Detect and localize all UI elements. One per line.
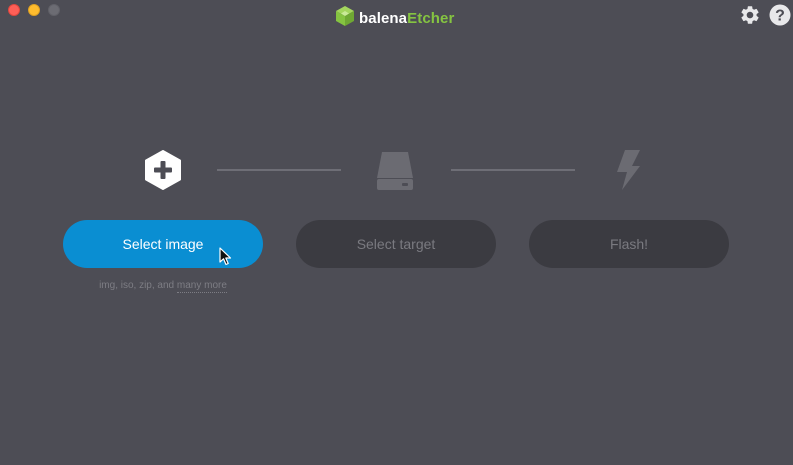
brand-name: balenaEtcher bbox=[359, 9, 455, 27]
select-target-button[interactable]: Select target bbox=[296, 220, 496, 268]
lightning-bolt-icon bbox=[612, 148, 646, 192]
settings-gear-icon[interactable] bbox=[739, 4, 761, 26]
supported-formats-text: img, iso, zip, and bbox=[99, 280, 175, 291]
maximize-window-button[interactable] bbox=[48, 4, 60, 16]
step-connector-1 bbox=[217, 169, 341, 171]
app-logo: balenaEtcher bbox=[335, 5, 454, 31]
mouse-cursor-icon bbox=[219, 247, 232, 271]
close-window-button[interactable] bbox=[8, 4, 20, 16]
flash-button[interactable]: Flash! bbox=[529, 220, 729, 268]
select-image-button[interactable]: Select image bbox=[63, 220, 263, 268]
minimize-window-button[interactable] bbox=[28, 4, 40, 16]
step-connector-2 bbox=[451, 169, 575, 171]
many-more-link[interactable]: many more bbox=[176, 280, 227, 293]
window-controls bbox=[8, 4, 60, 16]
etcher-window: balenaEtcher ? Select image Select targe… bbox=[0, 0, 793, 465]
svg-text:?: ? bbox=[775, 8, 785, 25]
supported-formats-hint: img, iso, zip, and many more bbox=[63, 280, 263, 293]
help-icon[interactable]: ? bbox=[769, 4, 791, 26]
drive-icon bbox=[375, 148, 415, 192]
top-actions: ? bbox=[739, 4, 791, 26]
balena-cube-icon bbox=[335, 5, 355, 31]
plus-hexagon-icon bbox=[143, 150, 183, 190]
